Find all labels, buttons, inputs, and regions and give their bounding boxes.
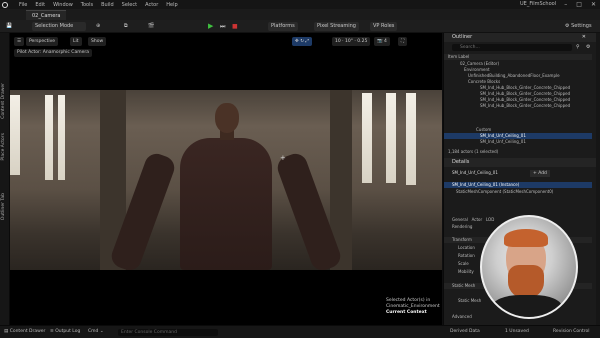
content-drawer-label: Content Drawer (9, 329, 46, 334)
step-icon[interactable]: ⏭ (220, 22, 225, 31)
blueprint-icon[interactable]: ⧉ (124, 22, 128, 31)
pilot-actor-label[interactable]: Pilot Actor: Anamorphic Camera (14, 49, 92, 57)
viewport-context-info: Selected Actor(s) in Cinematic_Environme… (386, 298, 440, 316)
left-dock-strip: Content Drawer Place Actors Outliner Tab (0, 33, 10, 325)
tab-actor[interactable]: Actor (472, 217, 483, 222)
unreal-logo-icon[interactable] (0, 0, 9, 9)
level-tab-row: 02_Camera (0, 9, 600, 20)
platforms-label: Platforms (271, 23, 295, 29)
menu-tools[interactable]: Tools (81, 2, 93, 8)
camera-speed[interactable]: 📷 4 (374, 37, 390, 46)
crosshair-icon: + (280, 154, 286, 162)
add-component-button[interactable]: + Add (530, 170, 550, 177)
revision-control-label: Revision Control (553, 329, 590, 334)
menu-bar: File Edit Window Tools Build Select Acto… (0, 0, 600, 9)
camera-view-image: + (10, 90, 442, 270)
play-icon[interactable]: ▶ (208, 22, 213, 31)
outliner-column-header[interactable]: Item Label (444, 54, 592, 60)
pixel-streaming-label: Pixel Streaming (317, 23, 356, 29)
console-command-input[interactable]: Enter Console Command (118, 329, 218, 336)
tab-level[interactable]: 02_Camera (26, 10, 67, 20)
minimize-icon[interactable]: – (564, 1, 567, 8)
current-context-text: Current Context (386, 310, 427, 315)
settings-label: Settings (571, 23, 592, 29)
menu-help[interactable]: Help (166, 2, 177, 8)
tab-general[interactable]: General (452, 217, 468, 222)
outliner-title: Outliner (452, 34, 473, 40)
outliner-search-input[interactable]: Search... (452, 44, 572, 51)
output-log-button[interactable]: ≡ Output Log (50, 329, 80, 334)
menu-select[interactable]: Select (122, 2, 137, 8)
add-content-icon[interactable]: ⊕ (96, 22, 100, 31)
right-dock-strip (596, 33, 600, 325)
menu-build[interactable]: Build (101, 2, 114, 8)
selection-mode-dropdown[interactable]: Selection Mode (32, 22, 86, 31)
save-icon[interactable]: 💾 (6, 22, 12, 31)
webcam-overlay (480, 215, 578, 319)
close-panel-icon[interactable]: ✕ (582, 33, 586, 42)
perspective-button[interactable]: Perspective (26, 37, 59, 46)
maximize-viewport-icon[interactable]: ⛶ (398, 37, 408, 46)
snap-settings[interactable]: 10 · 10° · 0.25 (332, 37, 371, 46)
dock-place-actors[interactable]: Place Actors (1, 133, 6, 161)
details-title: Details (452, 159, 470, 165)
show-label: Show (91, 39, 104, 44)
viewport-menu-icon[interactable]: ☰ (14, 37, 25, 46)
outliner-header: Outliner ✕ (444, 33, 600, 42)
selection-mode-label: Selection Mode (35, 23, 74, 29)
close-icon[interactable]: ✕ (591, 1, 596, 8)
vp-roles-button[interactable]: VP Roles (370, 22, 398, 31)
list-item[interactable]: SM_Ind_Hub_Block_Girder_Concrete_Chipped (444, 103, 592, 109)
tab-lod[interactable]: LOD (486, 217, 494, 222)
details-header: Details (444, 158, 600, 167)
viewport-toolbar: ☰ Perspective Lit Show ✥ ↻ ⤢ 10 · 10° · … (14, 37, 438, 46)
menu-file[interactable]: File (19, 2, 27, 8)
stop-icon[interactable]: ■ (232, 22, 238, 31)
cinematics-icon[interactable]: 🎬 (148, 22, 154, 31)
details-instance-row[interactable]: SM_Ind_Unf_Ceiling_01 (Instance) (444, 182, 592, 188)
menu-edit[interactable]: Edit (35, 2, 45, 8)
outliner-panel: Outliner ✕ Search... ⚲ ⚙ Item Label 02_C… (443, 33, 600, 158)
dock-content-drawer[interactable]: Content Drawer (1, 83, 6, 119)
show-button[interactable]: Show (88, 37, 107, 46)
unsaved-label: 1 Unsaved (505, 329, 529, 334)
outliner-footer: 1,184 actors (1 selected) (448, 149, 499, 154)
perspective-label: Perspective (29, 39, 56, 44)
list-item[interactable]: SM_Ind_Unf_Ceiling_01 (444, 139, 592, 145)
menu-window[interactable]: Window (53, 2, 73, 8)
main-toolbar: 💾 Selection Mode ⊕ ⧉ 🎬 ▶ ⏭ ■ Platforms P… (0, 20, 600, 33)
output-log-label: Output Log (55, 329, 81, 334)
unsaved-button[interactable]: 1 Unsaved (505, 329, 529, 334)
vp-roles-label: VP Roles (373, 23, 395, 29)
lit-label: Lit (73, 39, 79, 44)
maximize-icon[interactable]: □ (576, 1, 582, 8)
derived-data-button[interactable]: Derived Data (450, 329, 480, 334)
revision-control-button[interactable]: Revision Control (553, 329, 590, 334)
project-name: UE_FilmSchool (520, 1, 557, 7)
filter-icon[interactable]: ⚲ (576, 44, 580, 50)
pilot-actor-text: Pilot Actor: Anamorphic Camera (17, 50, 89, 55)
lit-button[interactable]: Lit (70, 37, 82, 46)
gear-icon[interactable]: ⚙ (586, 44, 590, 50)
platforms-button[interactable]: Platforms (268, 22, 298, 31)
details-component-row[interactable]: StaticMeshComponent (StaticMeshComponent… (444, 189, 592, 195)
derived-data-label: Derived Data (450, 329, 480, 334)
pixel-streaming-button[interactable]: Pixel Streaming (314, 22, 359, 31)
dock-outliner-tab[interactable]: Outliner Tab (1, 193, 6, 220)
cmd-dropdown[interactable]: Cmd ⌄ (88, 329, 104, 334)
details-object-name[interactable]: SM_Ind_Unf_Ceiling_01 (444, 170, 592, 176)
content-drawer-button[interactable]: ▤ Content Drawer (4, 329, 45, 334)
menu-actor[interactable]: Actor (145, 2, 158, 8)
cmd-label: Cmd (88, 329, 99, 334)
transform-tools[interactable]: ✥ ↻ ⤢ (292, 37, 313, 46)
status-bar: ▤ Content Drawer ≡ Output Log Cmd ⌄ Ente… (0, 325, 600, 338)
settings-button[interactable]: ⚙ Settings (565, 22, 592, 31)
